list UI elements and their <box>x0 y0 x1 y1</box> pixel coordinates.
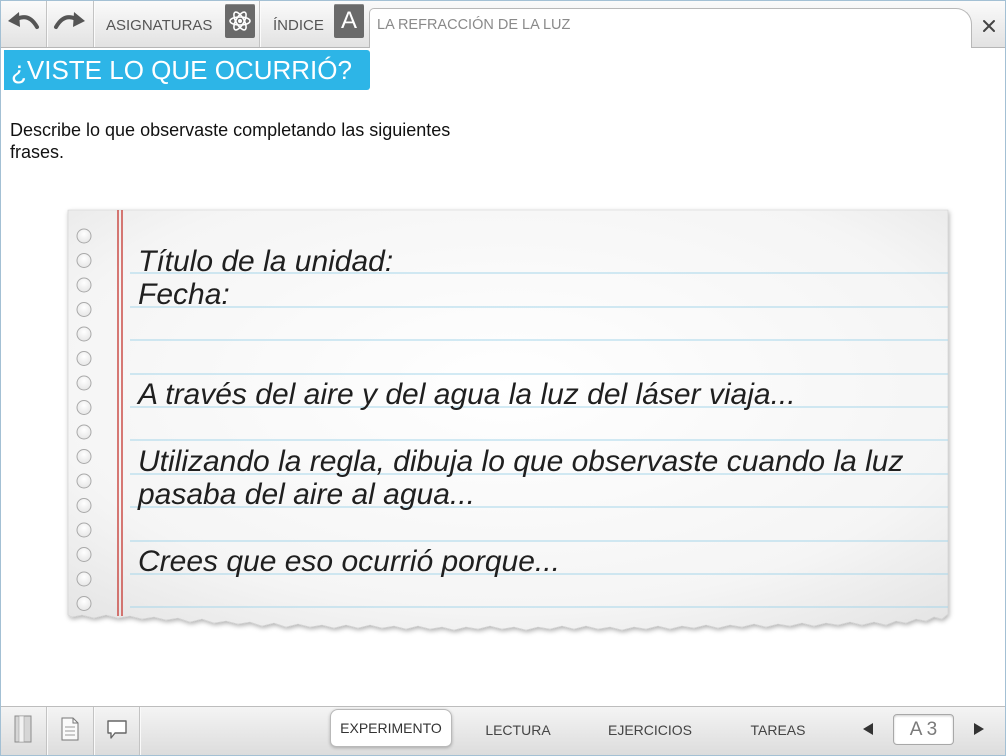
previous-page-icon <box>862 722 874 741</box>
reason-prompt: Crees que eso ocurrió porque... <box>138 545 560 578</box>
next-page-button[interactable] <box>972 722 986 741</box>
next-page-icon <box>973 722 985 741</box>
close-button[interactable] <box>974 12 1004 44</box>
tab-label: TAREAS <box>750 722 806 738</box>
tab-experimento[interactable]: EXPERIMENTO <box>330 709 452 747</box>
document-tab[interactable]: LA REFRACCIÓN DE LA LUZ <box>369 8 972 48</box>
redo-icon <box>53 10 87 37</box>
index-label: ÍNDICE <box>273 17 324 34</box>
top-toolbar: ASIGNATURAS ÍNDICE A LA REFRACCIÓN DE LA… <box>0 0 1006 48</box>
notebook-text: Título de la unidad: Fecha: A través del… <box>68 210 948 630</box>
observation-prompt: A través del aire y del agua la luz del … <box>138 378 796 411</box>
bottom-toolbar: EXPERIMENTO LECTURA EJERCICIOS TAREAS A … <box>0 706 1006 756</box>
subjects-label: ASIGNATURAS <box>106 17 213 34</box>
notes-button[interactable] <box>47 707 94 756</box>
notebook-page[interactable]: Título de la unidad: Fecha: A través del… <box>60 202 960 642</box>
unit-title-prompt: Título de la unidad: <box>138 245 394 278</box>
document-title: LA REFRACCIÓN DE LA LUZ <box>377 17 571 33</box>
tab-label: LECTURA <box>485 722 551 738</box>
comment-icon <box>106 718 128 745</box>
drawing-prompt-line-2: pasaba del aire al agua... <box>138 478 475 511</box>
tab-ejercicios[interactable]: EJERCICIOS <box>600 709 700 751</box>
undo-icon <box>6 10 40 37</box>
date-prompt: Fecha: <box>138 278 230 311</box>
subjects-button[interactable]: ASIGNATURAS <box>94 0 260 47</box>
bookmark-icon <box>14 715 32 748</box>
instructions-text: Describe lo que observaste completando l… <box>10 120 451 162</box>
bookmark-button[interactable] <box>0 707 47 756</box>
redo-button[interactable] <box>47 0 94 47</box>
section-title: ¿VISTE LO QUE OCURRIÓ? <box>11 55 352 85</box>
tab-tareas[interactable]: TAREAS <box>738 709 818 751</box>
drawing-prompt-line-1: Utilizando la regla, dibuja lo que obser… <box>138 445 904 478</box>
index-button[interactable]: ÍNDICE A <box>260 0 369 47</box>
page-indicator[interactable]: A 3 <box>893 714 954 745</box>
previous-page-button[interactable] <box>861 722 875 741</box>
page-icon <box>61 717 79 746</box>
undo-button[interactable] <box>0 0 47 47</box>
index-letter: A <box>340 7 357 34</box>
atom-icon <box>225 4 255 38</box>
page-indicator-value: A 3 <box>909 719 938 740</box>
index-letter-badge: A <box>334 4 364 38</box>
tab-lectura[interactable]: LECTURA <box>478 709 558 751</box>
tab-label: EXPERIMENTO <box>340 720 442 736</box>
comments-button[interactable] <box>94 707 140 756</box>
close-icon <box>982 19 996 38</box>
tab-label: EJERCICIOS <box>607 722 692 738</box>
section-banner: ¿VISTE LO QUE OCURRIÓ? <box>4 50 370 90</box>
